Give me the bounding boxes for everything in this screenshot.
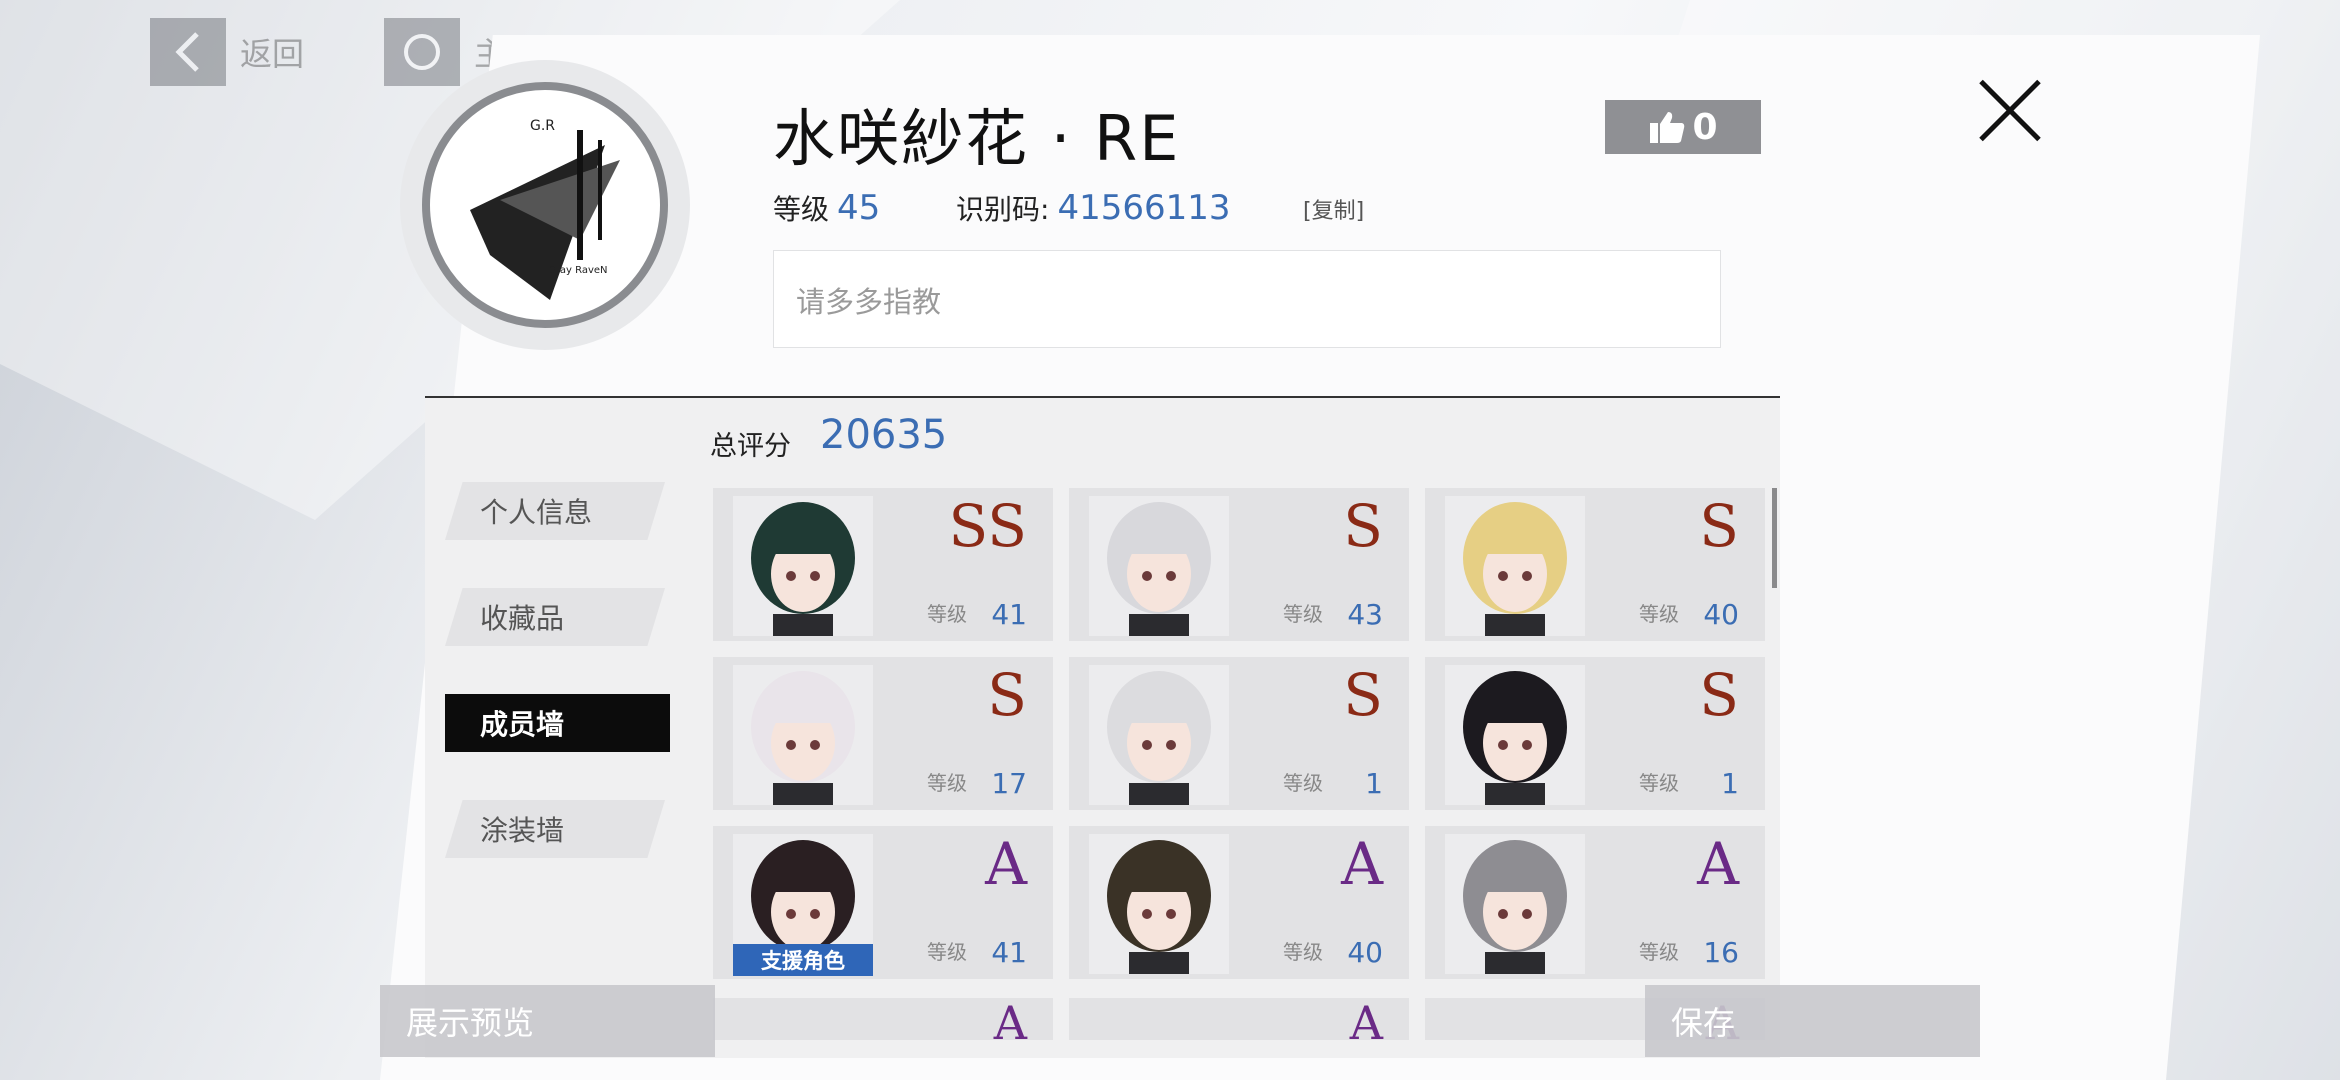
member-level-value: 16 [1703, 936, 1739, 969]
member-level-value: 40 [1703, 598, 1739, 631]
back-label: 返回 [240, 35, 305, 73]
member-card[interactable]: S 等级 43 [1069, 488, 1409, 641]
member-level-value: 1 [1721, 767, 1739, 800]
rank-badge: SS [948, 492, 1027, 560]
member-level-label: 等级 [1283, 602, 1323, 626]
level-value: 45 [837, 188, 881, 228]
character-portrait [733, 496, 873, 636]
member-card[interactable]: A 等级 16 [1425, 826, 1765, 979]
total-score-value: 20635 [820, 412, 948, 458]
rank-badge: S [987, 661, 1027, 729]
rank-badge: S [1343, 661, 1383, 729]
member-level-label: 等级 [1639, 940, 1679, 964]
character-portrait [1089, 665, 1229, 805]
member-card[interactable]: SS 等级 41 [713, 488, 1053, 641]
thumbs-up-icon [1650, 112, 1685, 143]
rank-badge: A [993, 998, 1027, 1040]
bio-field: 请多多指教 [773, 250, 1721, 348]
member-level-label: 等级 [927, 602, 967, 626]
character-portrait [1445, 496, 1585, 636]
member-level-value: 41 [991, 598, 1027, 631]
member-level-value: 43 [1347, 598, 1383, 631]
character-portrait [1089, 834, 1229, 974]
close-icon[interactable] [1975, 75, 2045, 145]
rank-badge: A [1341, 830, 1383, 898]
level-stat: 等级 45 [773, 188, 880, 228]
member-card[interactable]: S 等级 1 [1425, 657, 1765, 810]
member-level-label: 等级 [1283, 940, 1323, 964]
character-portrait [1089, 496, 1229, 636]
tab-member-wall[interactable]: 成员墙 [445, 694, 670, 752]
emblem-top-text: G.R [530, 118, 556, 134]
member-card-partial[interactable]: A [1069, 998, 1409, 1040]
emblem-bottom-text: Gray RaveN [548, 265, 608, 276]
circle-icon [404, 34, 441, 70]
avatar[interactable]: G.R Gray RaveN [400, 60, 690, 350]
copy-id-button[interactable]: [复制] [1303, 193, 1364, 225]
member-level-label: 等级 [1639, 771, 1679, 795]
member-card[interactable]: S 等级 17 [713, 657, 1053, 810]
member-level-value: 40 [1347, 936, 1383, 969]
avatar-emblem: G.R Gray RaveN [422, 82, 668, 328]
member-level-label: 等级 [927, 940, 967, 964]
member-level-value: 1 [1365, 767, 1383, 800]
rank-badge: S [1699, 492, 1739, 560]
rank-badge: A [1697, 830, 1739, 898]
character-portrait [1445, 834, 1585, 974]
chevron-left-icon [175, 32, 199, 72]
member-level-value: 17 [991, 767, 1027, 800]
like-count: 0 [1692, 106, 1718, 148]
player-name: 水咲紗花 · RE [773, 102, 1181, 175]
member-card[interactable]: S 等级 1 [1069, 657, 1409, 810]
member-level-value: 41 [991, 936, 1027, 969]
id-label: 识别码: [956, 193, 1050, 226]
member-level-label: 等级 [1283, 771, 1323, 795]
support-character-badge: 支援角色 [733, 944, 873, 976]
member-card-partial[interactable]: A [713, 998, 1053, 1040]
tab-collectibles[interactable]: 收藏品 [445, 588, 665, 646]
character-portrait [733, 665, 873, 805]
character-portrait [1445, 665, 1585, 805]
tab-coating-wall[interactable]: 涂装墙 [445, 800, 665, 858]
id-value: 41566113 [1057, 188, 1231, 228]
member-level-label: 等级 [927, 771, 967, 795]
id-stat: 识别码: 41566113 [956, 188, 1231, 228]
member-card[interactable]: A 等级 40 [1069, 826, 1409, 979]
home-button[interactable] [384, 18, 461, 86]
tab-personal-info[interactable]: 个人信息 [445, 482, 665, 540]
back-button[interactable] [150, 18, 226, 86]
rank-badge: S [1699, 661, 1739, 729]
member-card[interactable]: S 等级 40 [1425, 488, 1765, 641]
preview-button[interactable]: 展示预览 [380, 985, 715, 1057]
like-button[interactable]: 0 [1605, 100, 1761, 154]
total-score-label: 总评分 [710, 431, 791, 462]
member-card[interactable]: A 等级 41 支援角色 [713, 826, 1053, 979]
rank-badge: S [1343, 492, 1383, 560]
save-button[interactable]: 保存 [1645, 985, 1980, 1057]
rank-badge: A [985, 830, 1027, 898]
scrollbar[interactable] [1772, 488, 1777, 588]
rank-badge: A [1349, 998, 1383, 1040]
member-level-label: 等级 [1639, 602, 1679, 626]
level-label: 等级 [773, 193, 830, 226]
